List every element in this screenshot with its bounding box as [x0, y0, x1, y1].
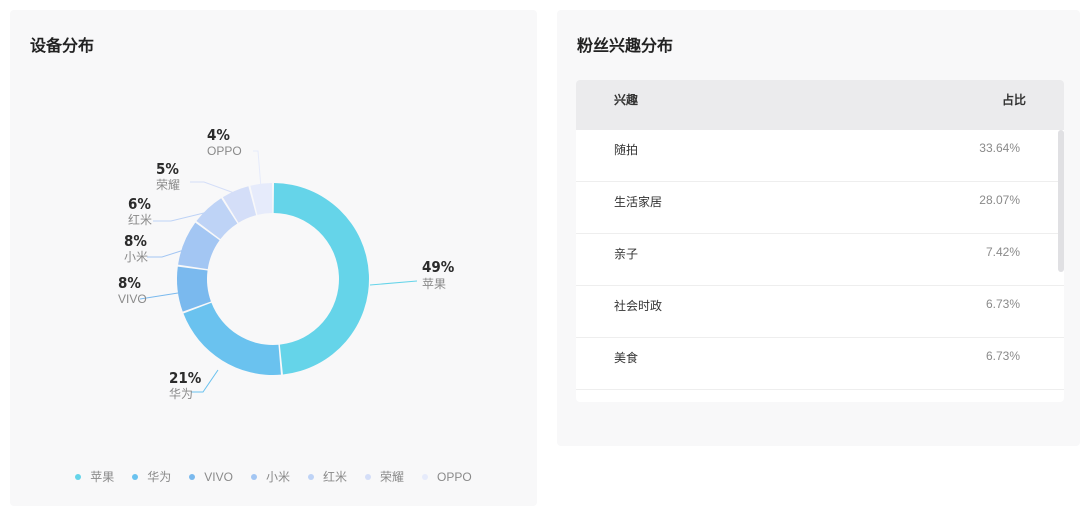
legend-dot [132, 473, 139, 480]
legend-dot [189, 473, 196, 480]
table-row: 艺术 3.84% [576, 390, 1064, 402]
slice-percent-label: 4% [207, 126, 230, 144]
slice-percent-label: 6% [128, 195, 151, 213]
slice-category-label: 苹果 [422, 277, 446, 291]
interest-name: 艺术 [614, 401, 638, 402]
slice-category-label: 华为 [169, 387, 193, 401]
leader-line [253, 150, 262, 189]
interest-share: 7.42% [985, 245, 1020, 259]
fans-card-title: 粉丝兴趣分布 [577, 38, 674, 55]
interest-name: 随拍 [614, 143, 639, 157]
legend-label: 红米 [323, 470, 348, 484]
legend-label: OPPO [437, 469, 472, 484]
header-interest: 兴趣 [614, 93, 639, 107]
legend-item[interactable]: 华为 [132, 468, 171, 485]
legend-label: 苹果 [90, 470, 115, 484]
legend-dot [308, 473, 314, 480]
interest-share: 33.64% [979, 141, 1020, 155]
leader-line [369, 280, 418, 286]
slice-percent-label: 8% [118, 274, 141, 292]
scrollbar-thumb[interactable] [1058, 130, 1064, 272]
chart-legend: 苹果 华为 VIVO 小米 红米 荣耀 OPPO [10, 468, 537, 485]
leader-line [147, 249, 185, 258]
legend-item[interactable]: 小米 [250, 468, 290, 485]
slice-category-label: 红米 [128, 212, 152, 227]
legend-label: 荣耀 [380, 470, 405, 484]
slice-category-label: 荣耀 [156, 178, 180, 192]
interest-share: 6.73% [985, 297, 1020, 311]
legend-item[interactable]: 荣耀 [365, 468, 404, 485]
slice-category-label: VIVO [118, 292, 147, 306]
slice-category-label: OPPO [207, 144, 242, 158]
interest-name: 亲子 [614, 247, 639, 261]
legend-label: 小米 [265, 470, 290, 484]
table-scrollbar[interactable] [1058, 130, 1064, 402]
slice-category-label: 小米 [124, 250, 148, 264]
table-row: 生活家居 28.07% [576, 182, 1064, 234]
interest-share: 3.84% [986, 401, 1020, 402]
legend-label: VIVO [204, 469, 233, 484]
legend-dot [365, 473, 372, 480]
interest-share: 28.07% [979, 193, 1020, 207]
legend-item[interactable]: 苹果 [75, 468, 114, 485]
legend-dot [422, 473, 429, 480]
legend-dot [75, 473, 82, 480]
slice-percent-label: 8% [124, 232, 147, 250]
header-share: 占比 [1001, 93, 1026, 107]
leader-line [190, 181, 238, 195]
table-row: 随拍 33.64% [576, 130, 1064, 182]
device-distribution-card: 设备分布 49% 苹果 21% 华为 8% VIVO 8% 小米 6% 红米 5% 荣耀 4% OPPO … [10, 10, 537, 506]
table-body: 随拍 33.64% 生活家居 28.07% 亲子 7.42% 社会时政 6.73% 美食 6.73… [576, 130, 1064, 402]
legend-item[interactable]: 红米 [308, 468, 347, 485]
legend-label: 华为 [147, 470, 172, 484]
table-row: 亲子 7.42% [576, 234, 1064, 286]
interest-name: 社会时政 [614, 299, 663, 313]
device-donut-chart: 49%苹果21%华为8%VIVO8%小米6%红米5%荣耀4%OPPO [118, 126, 455, 401]
table-row: 社会时政 6.73% [576, 286, 1064, 338]
legend-item[interactable]: OPPO [422, 468, 472, 485]
table-header: 兴趣 占比 [576, 80, 1064, 130]
interest-name: 生活家居 [614, 195, 663, 209]
donut-slice-2[interactable] [183, 302, 281, 375]
donut-slice-1[interactable] [273, 183, 370, 375]
slice-percent-label: 21% [169, 369, 202, 387]
table-row: 美食 6.73% [576, 338, 1064, 390]
interest-table[interactable]: 兴趣 占比 随拍 33.64% 生活家居 28.07% 亲子 7.42% 社会时政 6.73%… [576, 80, 1064, 402]
legend-item[interactable]: VIVO [189, 468, 233, 485]
interest-name: 美食 [614, 351, 639, 365]
slice-percent-label: 49% [422, 258, 455, 276]
legend-dot [250, 473, 257, 480]
interest-share: 6.73% [985, 349, 1020, 363]
fans-interest-card: 粉丝兴趣分布 兴趣 占比 随拍 33.64% 生活家居 28.07% 亲子 7.42% 社会… [557, 10, 1080, 446]
slice-percent-label: 5% [156, 160, 179, 178]
